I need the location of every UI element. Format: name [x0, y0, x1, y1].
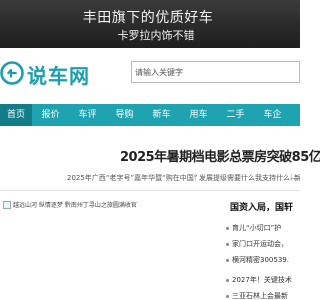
news-list-heading[interactable]: 国资入局，国轩 — [230, 200, 293, 213]
ticker-separator: | — [290, 173, 293, 181]
site-logo[interactable]: 说车网 — [0, 60, 96, 88]
nav-item-guide[interactable]: 导购 — [106, 104, 143, 126]
featured-image[interactable]: 越远山河 纵情逐梦 黔南州丁寻山之旅圆满收官 — [0, 197, 226, 300]
news-list-item[interactable]: 三亚石林上会最新 — [226, 291, 288, 300]
nav-item-review[interactable]: 车评 — [69, 104, 106, 126]
news-list-item[interactable]: 育儿“小切口”护 — [226, 223, 281, 233]
bullet-icon — [226, 278, 229, 282]
logo-mark-icon — [0, 61, 24, 85]
news-list-item-text: 横河精密300539. — [232, 256, 289, 264]
news-list-item-text: 育儿“小切口”护 — [232, 224, 282, 232]
news-ticker: 2025年广西“老字号”嘉年华暨“购在中国” | 发展提级需要什么我支持什么——… — [0, 173, 300, 185]
bullet-icon — [226, 242, 229, 246]
ticker-item[interactable]: 新 — [294, 173, 300, 183]
ticker-item[interactable]: 2025年广西“老字号”嘉年华暨“购在中国” — [67, 173, 197, 183]
nav-item-car-use[interactable]: 用车 — [180, 104, 217, 126]
news-list-item-text: 2027年！关键技术 — [232, 276, 292, 284]
ad-subtitle: 卡罗拉内饰不错 — [117, 29, 195, 42]
ad-banner[interactable]: 丰田旗下的优质好车 卡罗拉内饰不错 — [0, 0, 300, 48]
bullet-icon — [226, 294, 229, 298]
nav-item-home[interactable]: 首页 — [0, 104, 32, 126]
nav-item-used[interactable]: 二手 — [217, 104, 254, 126]
news-list: 国资入局，国轩 育儿“小切口”护 家门口开运动会， 横河精密300539. 20… — [226, 197, 300, 300]
bullet-icon — [226, 226, 229, 230]
featured-image-alt: 越远山河 纵情逐梦 黔南州丁寻山之旅圆满收官 — [13, 202, 137, 209]
site-header: 说车网 — [0, 48, 300, 100]
news-list-item[interactable]: 2027年！关键技术 — [226, 275, 292, 285]
search-box — [131, 61, 300, 83]
main-nav: 首页 报价 车评 导购 新车 用车 二手 车企 — [0, 104, 300, 126]
bullet-icon — [226, 258, 229, 262]
ad-title: 丰田旗下的优质好车 — [82, 10, 214, 26]
nav-item-new-car[interactable]: 新车 — [143, 104, 180, 126]
ticker-item[interactable]: 发展提级需要什么我支持什么——南宁市加快产业 — [199, 173, 300, 183]
nav-item-price[interactable]: 报价 — [32, 104, 69, 126]
news-list-item[interactable]: 横河精密300539. — [226, 255, 289, 265]
news-list-item-text: 家门口开运动会， — [232, 240, 288, 248]
ticker-separator: | — [194, 173, 197, 181]
logo-text: 说车网 — [27, 64, 90, 88]
section-divider — [0, 190, 300, 191]
news-list-item[interactable]: 家门口开运动会， — [226, 239, 288, 249]
headline-link[interactable]: 2025年暑期档电影总票房突破85亿 — [120, 146, 320, 165]
broken-image-icon — [3, 201, 11, 209]
news-list-item-text: 三亚石林上会最新 — [232, 292, 288, 300]
search-input[interactable] — [135, 64, 295, 80]
nav-item-company[interactable]: 车企 — [254, 104, 291, 126]
